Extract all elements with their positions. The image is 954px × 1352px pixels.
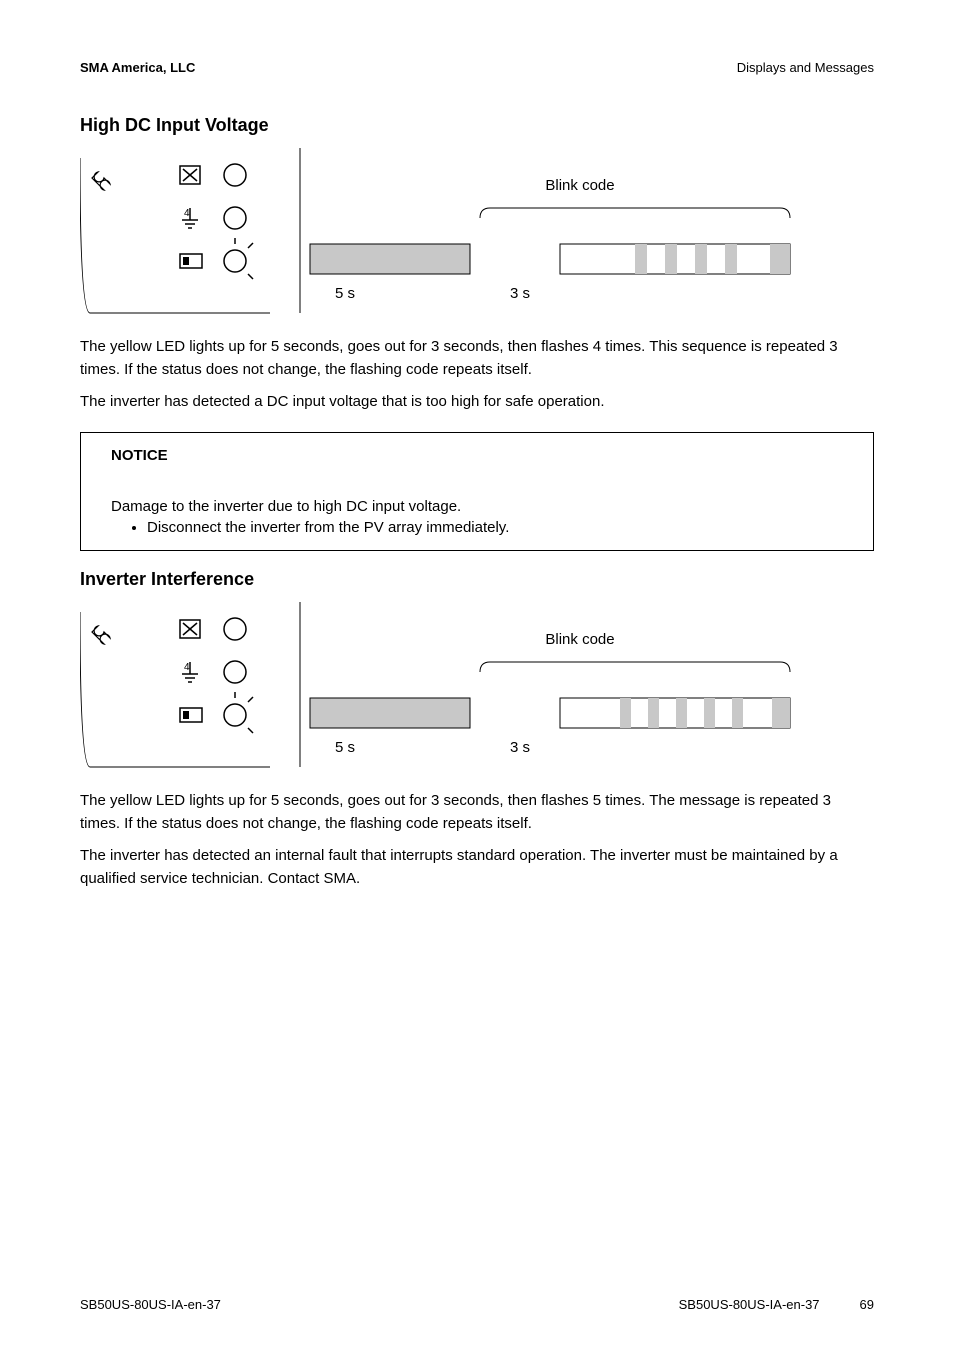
footer-left: SB50US-80US-IA-en-37: [80, 1297, 221, 1312]
notice-bullet-list: Disconnect the inverter from the PV arra…: [147, 519, 857, 536]
section2-p2: The inverter has detected an internal fa…: [80, 845, 874, 890]
header-right: Displays and Messages: [737, 60, 874, 75]
svg-text:4: 4: [184, 662, 190, 673]
page-header: SMA America, LLC Displays and Messages: [80, 60, 874, 75]
footer-right: SB50US-80US-IA-en-37 69: [679, 1297, 874, 1312]
notice-title: NOTICE: [111, 447, 857, 464]
notice-box: NOTICE Damage to the inverter due to hig…: [80, 432, 874, 552]
svg-text:4: 4: [184, 208, 190, 219]
svg-text:3 s: 3 s: [510, 739, 530, 756]
section1-p1: The yellow LED lights up for 5 seconds, …: [80, 336, 874, 381]
notice-line1: Damage to the inverter due to high DC in…: [111, 494, 857, 520]
section1-heading: High DC Input Voltage: [80, 115, 874, 136]
section2-heading: Inverter Interference: [80, 569, 874, 590]
page-footer: SB50US-80US-IA-en-37 SB50US-80US-IA-en-3…: [80, 1297, 874, 1312]
notice-bullet1: Disconnect the inverter from the PV arra…: [147, 519, 857, 536]
svg-text:5 s: 5 s: [335, 739, 355, 756]
footer-page: 69: [860, 1297, 874, 1312]
document-page: SMA America, LLC Displays and Messages H…: [0, 0, 954, 1352]
footer-doc: SB50US-80US-IA-en-37: [679, 1297, 820, 1312]
header-left: SMA America, LLC: [80, 60, 195, 75]
svg-text:5 s: 5 s: [335, 285, 355, 302]
svg-text:3 s: 3 s: [510, 285, 530, 302]
section1-p2: The inverter has detected a DC input vol…: [80, 391, 874, 414]
section2-p1: The yellow LED lights up for 5 seconds, …: [80, 790, 874, 835]
section2-diagram: 4 Blink code 5 s 3 s: [80, 602, 874, 772]
blink-code-label: Blink code: [545, 177, 614, 194]
blink-code-label-2: Blink code: [545, 631, 614, 648]
section1-diagram: 4 Blink code 5 s: [80, 148, 874, 318]
